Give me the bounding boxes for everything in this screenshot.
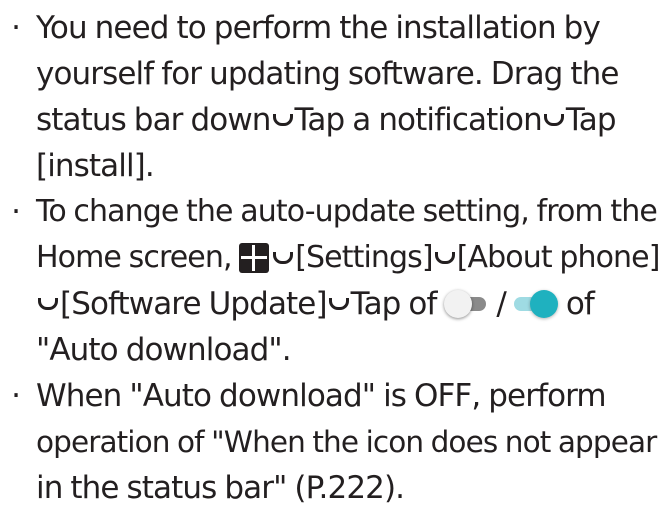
- text-segment: status bar down: [36, 102, 271, 138]
- arrow-icon: [273, 235, 294, 265]
- text-segment: Home screen,: [36, 240, 240, 275]
- text-segment: Tap a notification: [294, 102, 543, 138]
- bullet-3-line-2: operation of "When the icon does not app…: [36, 425, 657, 459]
- arrow-icon: [543, 97, 564, 127]
- arrow-icon: [272, 97, 293, 127]
- text-segment: of: [557, 286, 595, 322]
- bullet-2-line-2: Home screen, [Settings] [About phone]: [36, 235, 660, 281]
- bullet-1-line-4: [install].: [36, 148, 155, 184]
- bullet-3-line-3: in the status bar" (P.222).: [36, 470, 405, 506]
- bullet-marker: ·: [11, 194, 21, 230]
- text-segment: Tap: [565, 102, 617, 138]
- text-segment: [About phone]: [456, 240, 661, 275]
- arrow-icon: [434, 235, 455, 265]
- bullet-1-line-3: status bar down Tap a notification Tap: [36, 97, 617, 143]
- bullet-3-line-1: When "Auto download" is OFF, perform: [36, 378, 607, 414]
- toggle-knob: [444, 290, 473, 318]
- text-segment: [Settings]: [295, 240, 433, 275]
- document-page: · You need to perform the installation b…: [0, 0, 670, 506]
- arrow-icon: [38, 281, 58, 311]
- bullet-marker: ·: [11, 378, 21, 414]
- apps-grid-icon: [239, 243, 270, 273]
- toggle-off-icon: [444, 289, 488, 319]
- text-segment: /: [488, 286, 514, 322]
- text-segment: [Software Update]: [60, 286, 328, 322]
- toggle-on-icon: [513, 289, 558, 319]
- toggle-knob: [529, 290, 558, 318]
- text-segment: Tap of: [350, 286, 445, 322]
- bullet-2-line-1: To change the auto-update setting, from …: [36, 194, 658, 229]
- bullet-marker: ·: [11, 10, 21, 46]
- bullet-2-line-3: [Software Update] Tap of / of: [36, 281, 595, 327]
- bullet-1-line-2: yourself for updating software. Drag the: [36, 56, 619, 92]
- bullet-1-line-1: You need to perform the installation by: [36, 10, 601, 46]
- arrow-icon: [328, 281, 349, 311]
- bullet-2-line-4: "Auto download".: [36, 332, 292, 368]
